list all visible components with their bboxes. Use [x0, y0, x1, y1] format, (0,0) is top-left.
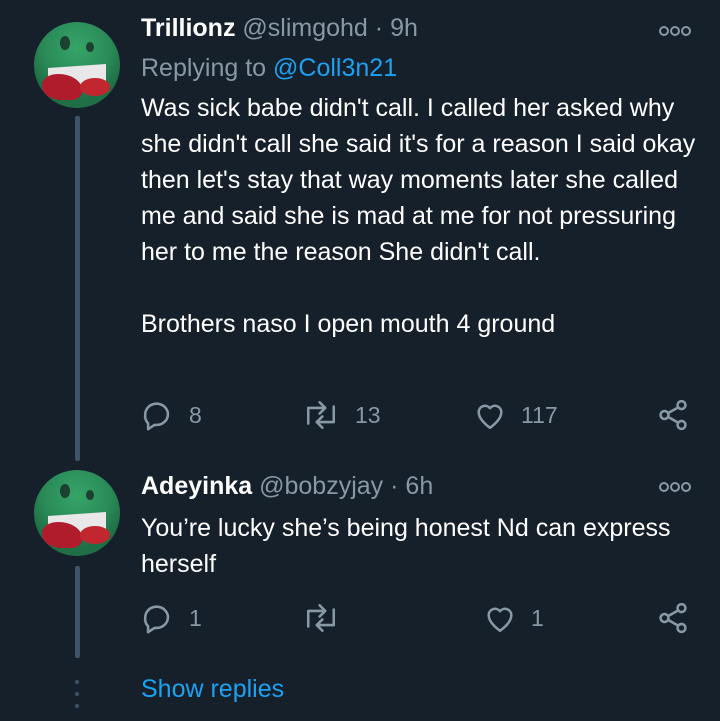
- display-name[interactable]: Trillionz: [141, 14, 235, 42]
- reply-button[interactable]: 1: [141, 601, 202, 635]
- retweet-button[interactable]: [301, 601, 355, 635]
- retweet-button[interactable]: 13: [301, 398, 381, 432]
- share-button[interactable]: [656, 398, 690, 432]
- replying-to: Replying to @Coll3n21: [141, 54, 397, 83]
- retweet-count: 13: [355, 401, 381, 428]
- like-icon: [477, 404, 503, 430]
- display-name[interactable]: Adeyinka: [141, 472, 252, 500]
- more-icon[interactable]: [658, 480, 692, 494]
- tweet-text: Was sick babe didn't call. I called her …: [141, 94, 696, 338]
- like-count: 1: [531, 604, 544, 631]
- thread-dots: [75, 680, 80, 716]
- share-button[interactable]: [656, 601, 690, 635]
- reply-count: 8: [189, 401, 202, 428]
- reply-count: 1: [189, 604, 202, 631]
- reply-icon: [143, 605, 170, 634]
- user-handle[interactable]: @slimgohd: [242, 14, 367, 42]
- mention-link[interactable]: @Coll3n21: [273, 54, 397, 82]
- avatar[interactable]: [34, 470, 120, 556]
- share-icon: [659, 399, 687, 431]
- tweet-header: Adeyinka @bobzyjay · 6h: [141, 472, 433, 501]
- more-icon[interactable]: [658, 24, 692, 38]
- separator: ·: [374, 14, 384, 42]
- user-handle[interactable]: @bobzyjay: [259, 472, 383, 500]
- tweet-text: You’re lucky she’s being honest Nd can e…: [141, 514, 678, 578]
- retweet-icon: [306, 603, 336, 633]
- thread-line: [75, 566, 80, 658]
- timestamp[interactable]: 6h: [405, 472, 433, 500]
- timestamp[interactable]: 9h: [390, 14, 418, 42]
- tweet-header: Trillionz @slimgohd · 9h: [141, 14, 418, 43]
- like-icon: [487, 607, 513, 633]
- retweet-icon: [306, 400, 336, 430]
- replying-label: Replying to: [141, 54, 267, 82]
- like-button[interactable]: 117: [473, 398, 558, 432]
- separator: ·: [390, 472, 399, 500]
- share-icon: [659, 602, 687, 634]
- like-count: 117: [521, 401, 558, 428]
- reply-button[interactable]: 8: [141, 398, 202, 432]
- show-replies-link[interactable]: Show replies: [141, 675, 284, 704]
- thread-line: [75, 116, 80, 461]
- like-button[interactable]: 1: [483, 601, 544, 635]
- reply-icon: [143, 402, 170, 431]
- avatar[interactable]: [34, 22, 120, 108]
